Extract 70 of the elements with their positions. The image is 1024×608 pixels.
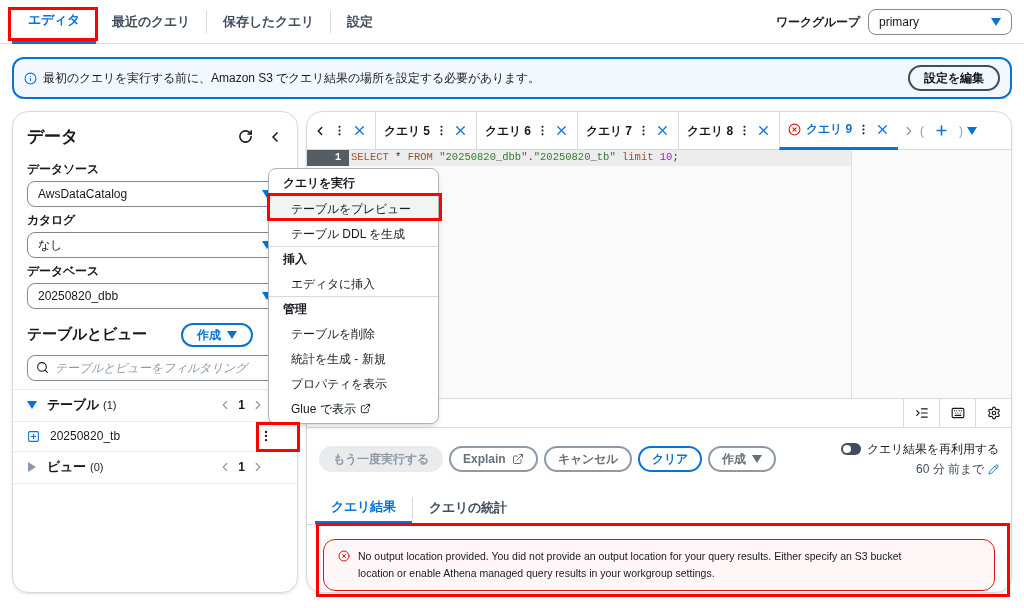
tab-label: クエリ 8: [687, 122, 734, 140]
tab-label: クエリ 7: [586, 122, 633, 140]
edit-icon[interactable]: [988, 463, 999, 475]
search-icon: [36, 361, 49, 374]
paren-text: (: [920, 122, 925, 140]
field-label: データソース: [27, 160, 100, 178]
edit-settings-button[interactable]: 設定を編集: [908, 65, 1000, 91]
create-button[interactable]: 作成: [181, 322, 253, 347]
action-button[interactable]: 作成: [707, 446, 776, 472]
caret-icon: [27, 401, 37, 409]
top-tab[interactable]: 保存したクエリ: [207, 0, 330, 44]
table-icon: [27, 429, 40, 443]
section-label: ビュー: [47, 458, 86, 477]
page-number: 1: [238, 459, 245, 476]
indent-icon[interactable]: [914, 406, 929, 420]
add-icon[interactable]: [934, 123, 950, 138]
top-tab[interactable]: 最近のクエリ: [96, 0, 206, 44]
tab-label: クエリ 6: [485, 122, 532, 140]
error-icon: [338, 550, 350, 562]
paren-text: ): [959, 122, 964, 140]
external-link-icon: [511, 453, 524, 465]
external-link-icon: [359, 403, 371, 414]
result-tab[interactable]: クエリの統計: [413, 492, 523, 524]
toggle-label: クエリ結果を再利用する: [867, 441, 999, 458]
caret-icon: [751, 455, 762, 463]
toggle-switch[interactable]: [841, 443, 861, 455]
caret-icon: [28, 462, 36, 472]
menu-heading: 管理: [269, 296, 438, 321]
refresh-icon[interactable]: [238, 129, 253, 145]
query-tab[interactable]: クエリ 8: [678, 112, 780, 150]
expand-toggle[interactable]: [27, 401, 37, 409]
tab-label: クエリ 9: [806, 121, 853, 138]
workgroup-select[interactable]: primary: [868, 8, 1012, 35]
action-button[interactable]: Explain: [449, 446, 538, 472]
panel-title: データ: [27, 126, 79, 148]
top-tab[interactable]: 設定: [331, 0, 389, 44]
reuse-note: 60 分 前まで: [916, 461, 984, 478]
action-button[interactable]: キャンセル: [543, 446, 632, 472]
result-tab[interactable]: クエリ結果: [315, 492, 412, 524]
action-button[interactable]: クリア: [637, 446, 702, 472]
section-count: (1): [103, 397, 118, 413]
error-message: No output location provided. You did not provide an output location for your query results. Either specify an S3 bucket location or enable Athena managed query results in your workgroup settings.: [358, 549, 903, 581]
query-tab[interactable]: クエリ 7: [577, 112, 679, 150]
highlight-frame: [256, 422, 300, 452]
section-count: (0): [90, 459, 105, 475]
page-number: 1: [238, 397, 245, 414]
close-icon[interactable]: [453, 123, 468, 138]
field-label: データベース: [27, 262, 100, 280]
banner-text: 最初のクエリを実行する前に、Amazon S3 でクエリ結果の場所を設定する必要があります。: [43, 70, 542, 87]
menu-item[interactable]: Glue で表示: [269, 396, 438, 421]
caret-icon: [227, 330, 237, 339]
settings-icon[interactable]: [986, 406, 1001, 420]
tab-label: クエリ 5: [384, 122, 430, 140]
keyboard-icon[interactable]: [950, 406, 965, 420]
info-icon: [24, 71, 37, 85]
query-tab[interactable]: クエリ 5: [375, 112, 476, 150]
line-number: 1: [307, 150, 349, 166]
code-line: SELECT * FROM "20250820_dbb"."20250820_tb" limit 10;: [350, 150, 679, 165]
close-icon[interactable]: [352, 123, 367, 138]
top-tab[interactable]: エディタ: [12, 0, 96, 44]
query-tab[interactable]: クエリ 6: [476, 112, 578, 150]
section-title: テーブルとビュー: [27, 324, 148, 345]
section-label: テーブル: [47, 396, 99, 415]
menu-heading: 挿入: [269, 246, 438, 271]
caret-icon: [991, 17, 1001, 26]
caret-icon: [967, 126, 978, 135]
expand-toggle[interactable]: [28, 462, 36, 472]
field-label: カタログ: [27, 211, 77, 229]
table-item[interactable]: 20250820_tb: [50, 427, 259, 445]
workgroup-label: ワークグループ: [776, 13, 860, 31]
